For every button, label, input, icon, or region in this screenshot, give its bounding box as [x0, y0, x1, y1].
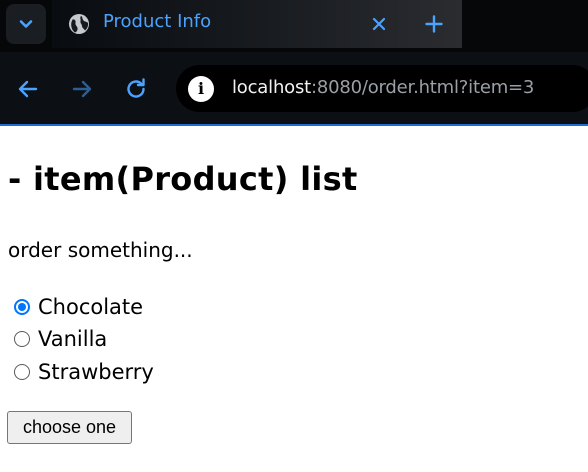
tab-title: Product Info: [103, 11, 212, 32]
option-label: Vanilla: [38, 327, 108, 351]
option-label: Chocolate: [38, 295, 144, 319]
arrow-left-icon[interactable]: [15, 76, 41, 102]
info-icon: i: [197, 79, 205, 98]
url-host: localhost: [232, 77, 311, 98]
site-info-button[interactable]: i: [188, 76, 214, 102]
globe-icon: [69, 14, 89, 34]
option-chocolate[interactable]: Chocolate: [14, 293, 143, 321]
option-strawberry[interactable]: Strawberry: [14, 358, 154, 386]
radio-chocolate[interactable]: [14, 299, 30, 315]
reload-icon[interactable]: [123, 76, 149, 102]
plus-icon[interactable]: [423, 13, 445, 35]
tab-strip: Product Info: [0, 0, 588, 52]
choose-one-button[interactable]: choose one: [7, 411, 132, 444]
page-title: - item(Product) list: [8, 160, 358, 198]
option-label: Strawberry: [38, 360, 154, 384]
close-icon[interactable]: [369, 14, 389, 34]
url-path: :8080/order.html?item=3: [311, 77, 535, 98]
page-content: - item(Product) list order something... …: [0, 126, 588, 472]
radio-vanilla[interactable]: [14, 331, 30, 347]
arrow-right-icon[interactable]: [69, 76, 95, 102]
url-text[interactable]: localhost:8080/order.html?item=3: [232, 77, 534, 98]
option-vanilla[interactable]: Vanilla: [14, 325, 107, 353]
chevron-down-icon: [19, 20, 33, 28]
radio-strawberry[interactable]: [14, 364, 30, 380]
order-prompt: order something...: [8, 238, 193, 262]
tab-search-button[interactable]: [6, 4, 46, 44]
